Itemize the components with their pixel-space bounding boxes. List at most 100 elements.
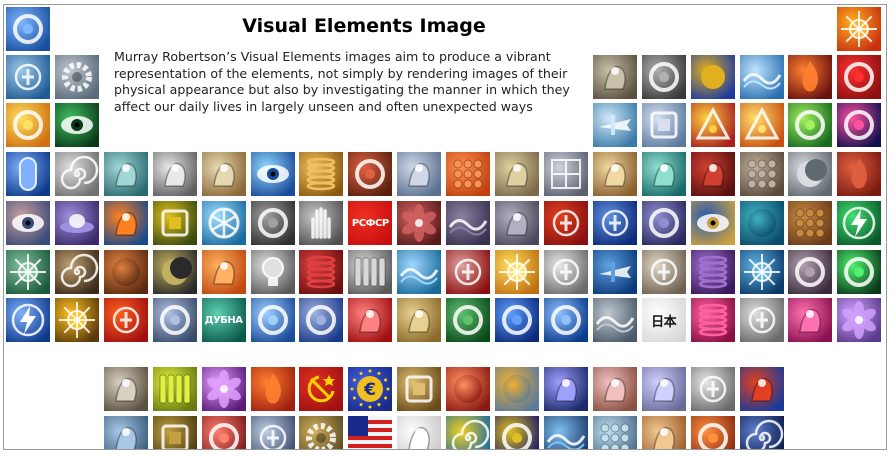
eye-icon <box>250 152 295 196</box>
element-tile <box>397 152 442 196</box>
element-tile <box>201 416 246 449</box>
element-tile <box>592 55 637 99</box>
dots-icon <box>592 416 637 449</box>
element-tile <box>299 201 344 245</box>
element-tile <box>690 250 735 294</box>
element-tile <box>250 298 295 342</box>
element-tile <box>446 367 491 411</box>
ring-icon <box>690 416 735 449</box>
element-tile <box>690 201 735 245</box>
ring-icon <box>495 416 539 449</box>
element-tile <box>739 367 784 411</box>
element-tile <box>495 367 539 411</box>
figure-icon <box>641 367 686 411</box>
element-tile <box>690 103 735 147</box>
element-tile <box>250 367 295 411</box>
element-tile <box>446 152 491 196</box>
moon-icon <box>788 152 833 196</box>
flower-icon <box>201 367 246 411</box>
element-tile <box>397 250 442 294</box>
figure-icon <box>348 298 393 342</box>
element-tile <box>739 201 784 245</box>
triangle-icon <box>739 103 784 147</box>
ring-icon <box>837 55 882 99</box>
slide-description: Murray Robertson’s Visual Elements image… <box>114 49 570 114</box>
ring-icon <box>641 55 686 99</box>
symbol-icon <box>543 250 588 294</box>
element-tile <box>788 152 833 196</box>
element-tile <box>641 103 686 147</box>
element-tile <box>837 103 882 147</box>
element-tile <box>54 201 99 245</box>
element-tile <box>250 250 295 294</box>
element-tile <box>54 250 99 294</box>
element-tile <box>348 152 393 196</box>
ufo-icon <box>54 201 99 245</box>
element-tile <box>6 250 50 294</box>
figure-icon <box>495 201 539 245</box>
wave-icon <box>739 55 784 99</box>
element-tile <box>348 250 393 294</box>
element-tile <box>543 367 588 411</box>
element-tile <box>837 201 882 245</box>
element-tile <box>495 201 539 245</box>
figure-icon <box>103 201 148 245</box>
sun-icon <box>495 250 539 294</box>
element-tile <box>299 416 344 449</box>
sun-icon <box>739 250 784 294</box>
element-tile <box>592 367 637 411</box>
element-tile <box>397 416 442 449</box>
element-tile <box>299 152 344 196</box>
element-tile <box>152 298 197 342</box>
symbol-icon <box>103 298 148 342</box>
bars-icon <box>348 250 393 294</box>
hand-icon <box>299 201 344 245</box>
element-tile <box>446 201 491 245</box>
element-tile <box>641 367 686 411</box>
element-tile <box>201 201 246 245</box>
element-tile <box>543 201 588 245</box>
figure-icon <box>103 367 148 411</box>
symbol-icon <box>739 298 784 342</box>
element-tile <box>103 201 148 245</box>
element-tile <box>397 367 442 411</box>
element-tile <box>788 201 833 245</box>
element-tile <box>690 416 735 449</box>
ring-icon <box>250 201 295 245</box>
capsule-icon <box>6 152 50 196</box>
box-icon <box>397 367 442 411</box>
spiral-icon <box>54 152 99 196</box>
element-tile <box>6 103 50 147</box>
sphere-icon <box>495 367 539 411</box>
bulb-icon <box>250 250 295 294</box>
figure-icon <box>152 152 197 196</box>
bars-icon <box>152 367 197 411</box>
figure-icon <box>103 152 148 196</box>
element-tile: ДУБНА <box>201 298 246 342</box>
element-tile <box>592 298 637 342</box>
element-tile <box>54 103 99 147</box>
element-tile <box>6 298 50 342</box>
figure-icon <box>592 55 637 99</box>
hammer-icon <box>299 367 344 411</box>
slide-title: Visual Elements Image <box>242 15 486 37</box>
element-tile <box>6 7 50 51</box>
figure-icon <box>641 416 686 449</box>
ring-icon <box>446 298 491 342</box>
grid-icon <box>543 152 588 196</box>
ring-icon <box>788 250 833 294</box>
sphere-icon <box>739 201 784 245</box>
figure-icon <box>103 416 148 449</box>
element-tile <box>837 55 882 99</box>
element-tile <box>739 298 784 342</box>
ring-icon <box>6 103 50 147</box>
rsfsr-tile-text: РСФСР <box>351 217 389 229</box>
element-tile <box>299 250 344 294</box>
sphere-icon <box>103 250 148 294</box>
dots-icon <box>739 152 784 196</box>
element-tile <box>788 298 833 342</box>
wheat-icon <box>690 55 735 99</box>
element-tile <box>103 250 148 294</box>
ring-icon <box>495 298 539 342</box>
dubna-tile-text: ДУБНА <box>204 314 243 326</box>
